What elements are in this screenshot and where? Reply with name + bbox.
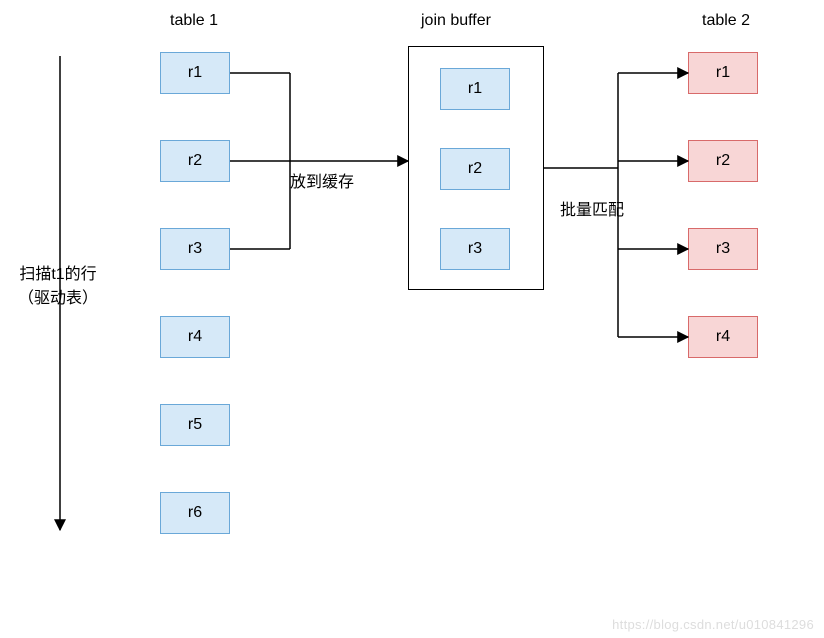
table1-row: r4	[160, 316, 230, 358]
label-scan-caption: 扫描t1的行 （驱动表）	[18, 260, 98, 308]
table1-row: r2	[160, 140, 230, 182]
watermark: https://blog.csdn.net/u010841296	[612, 617, 814, 632]
label-table2: table 2	[702, 12, 750, 30]
buffer-row: r2	[440, 148, 510, 190]
table2-row: r2	[688, 140, 758, 182]
table1-row: r1	[160, 52, 230, 94]
scan-caption-line1: 扫描t1的行	[19, 266, 96, 283]
buffer-row: r1	[440, 68, 510, 110]
table2-row: r4	[688, 316, 758, 358]
table1-row: r6	[160, 492, 230, 534]
label-join-buffer: join buffer	[421, 12, 491, 30]
table1-row: r5	[160, 404, 230, 446]
table2-row: r3	[688, 228, 758, 270]
buffer-row: r3	[440, 228, 510, 270]
scan-caption-line2: （驱动表）	[18, 290, 98, 307]
label-batch-match: 批量匹配	[560, 196, 624, 220]
table1-row: r3	[160, 228, 230, 270]
table2-row: r1	[688, 52, 758, 94]
label-table1: table 1	[170, 12, 218, 30]
label-put-to-cache: 放到缓存	[290, 168, 354, 192]
